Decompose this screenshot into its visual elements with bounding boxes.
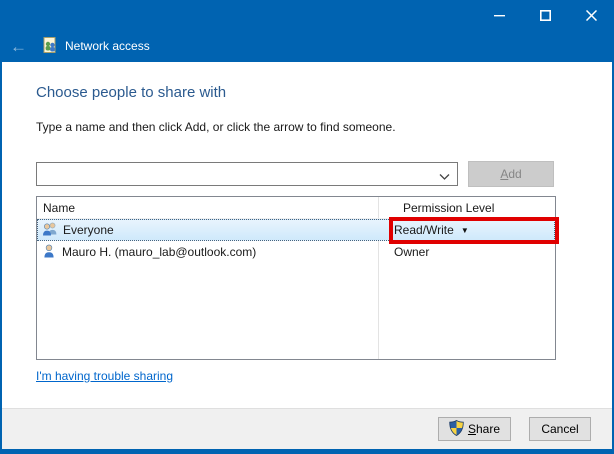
- maximize-icon: [540, 10, 551, 21]
- column-header-name[interactable]: Name: [37, 201, 378, 215]
- group-icon: [42, 221, 58, 240]
- chevron-down-icon[interactable]: [439, 170, 450, 184]
- footer-bar: Share Cancel: [2, 408, 612, 449]
- network-access-window: ← Network access Choose people to share …: [0, 0, 614, 454]
- network-share-icon: [42, 37, 58, 56]
- close-icon: [586, 10, 597, 21]
- people-list: Name Permission Level Ev: [36, 196, 556, 360]
- title-bar: [0, 0, 614, 30]
- maximize-button[interactable]: [522, 0, 568, 30]
- uac-shield-icon: [449, 420, 464, 439]
- column-header-permission[interactable]: Permission Level: [378, 201, 494, 215]
- row-name: Mauro H. (mauro_lab@outlook.com): [62, 245, 256, 259]
- list-row-mauro[interactable]: Mauro H. (mauro_lab@outlook.com) Owner: [37, 241, 555, 263]
- trouble-sharing-link[interactable]: I'm having trouble sharing: [36, 369, 173, 383]
- back-arrow-icon[interactable]: ←: [10, 38, 36, 55]
- dialog-content: Choose people to share with Type a name …: [2, 62, 612, 408]
- nav-bar: ← Network access: [0, 30, 614, 62]
- page-title: Choose people to share with: [36, 84, 612, 101]
- permission-value[interactable]: Owner: [369, 245, 429, 259]
- people-input[interactable]: [38, 164, 431, 184]
- row-name: Everyone: [63, 223, 114, 237]
- triangle-down-icon: ▼: [461, 226, 469, 235]
- cancel-button[interactable]: Cancel: [529, 417, 591, 441]
- person-icon: [41, 243, 57, 262]
- minimize-icon: [494, 10, 505, 21]
- instruction-text: Type a name and then click Add, or click…: [36, 120, 612, 134]
- people-combobox[interactable]: [36, 162, 458, 186]
- list-header: Name Permission Level: [37, 197, 555, 219]
- window-title: Network access: [65, 39, 150, 53]
- close-button[interactable]: [568, 0, 614, 30]
- add-button[interactable]: Add: [468, 161, 554, 187]
- permission-dropdown[interactable]: Read/Write ▼: [369, 223, 469, 237]
- minimize-button[interactable]: [476, 0, 522, 30]
- dialog-body: Choose people to share with Type a name …: [2, 62, 612, 449]
- list-row-everyone[interactable]: Everyone Read/Write ▼: [37, 219, 555, 241]
- share-button[interactable]: Share: [438, 417, 511, 441]
